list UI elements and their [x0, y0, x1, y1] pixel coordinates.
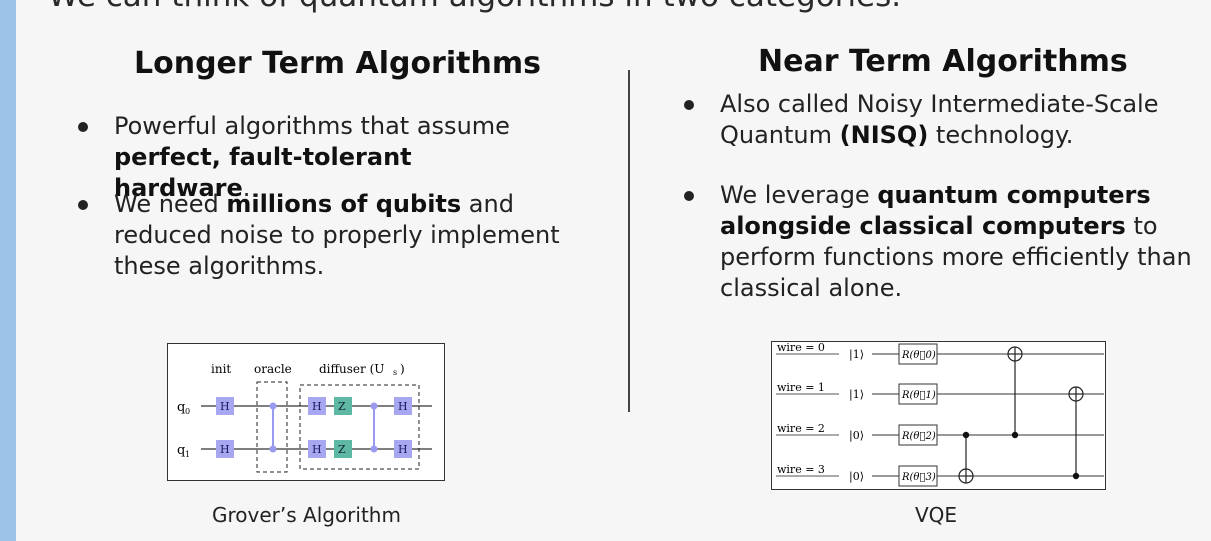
h-gate-label: H: [398, 443, 408, 456]
vqe-rotation-gate-label: R(θ⃗0): [901, 350, 936, 361]
vqe-rotation-gate-label: R(θ⃗3): [901, 472, 936, 483]
left-column-title: Longer Term Algorithms: [134, 46, 541, 81]
z-gate-label: Z: [338, 443, 346, 456]
vqe-rotation-gate-label: R(θ⃗1): [901, 390, 936, 401]
h-gate-label: H: [312, 443, 322, 456]
left-accent-strip: [0, 0, 16, 541]
z-gate-label: Z: [338, 400, 346, 413]
vqe-initial-state: |1⟩: [849, 348, 864, 362]
diffuser-dot: [370, 402, 378, 410]
grover-label-diffuser: diffuser (U: [319, 362, 384, 376]
grover-label-init: init: [211, 362, 231, 376]
grover-circuit-diagram: init oracle diffuser (U s ) q 0 q 1 H H …: [167, 343, 445, 481]
h-gate-label: H: [312, 400, 322, 413]
vqe-wire-label: wire = 1: [777, 381, 825, 394]
cnot-control-dot: [962, 431, 970, 439]
vqe-initial-state: |1⟩: [849, 388, 864, 402]
column-divider: [628, 70, 630, 412]
grover-label-oracle: oracle: [254, 362, 292, 376]
left-bullet-2: We need millions of qubits and reduced n…: [78, 189, 574, 282]
qubit-0-sub: 0: [185, 407, 190, 416]
right-bullet-2: We leverage quantum computers alongside …: [684, 180, 1195, 304]
grover-label-diffuser-close: ): [400, 362, 405, 376]
vqe-wire-label: wire = 3: [777, 463, 825, 476]
vqe-rotation-gate-label: R(θ⃗2): [901, 431, 936, 442]
h-gate-label: H: [220, 443, 230, 456]
bullet-dot: [78, 200, 88, 210]
vqe-wire-label: wire = 2: [777, 422, 825, 435]
vqe-wire-label: wire = 0: [777, 341, 825, 354]
right-bullet-1: Also called Noisy Intermediate-Scale Qua…: [684, 89, 1170, 151]
oracle-dot: [269, 402, 277, 410]
bullet-dot: [684, 191, 694, 201]
h-gate-label: H: [398, 400, 408, 413]
vqe-initial-state: |0⟩: [849, 470, 864, 484]
vqe-caption: VQE: [915, 503, 958, 527]
slide-top-caption: We can think of quantum algorithms in tw…: [48, 0, 901, 14]
grover-label-diffuser-sub: s: [393, 368, 397, 377]
h-gate-label: H: [220, 400, 230, 413]
vqe-initial-state: |0⟩: [849, 429, 864, 443]
bullet-dot: [78, 122, 88, 132]
oracle-dot: [269, 445, 277, 453]
diffuser-dot: [370, 445, 378, 453]
qubit-1-sub: 1: [185, 450, 190, 459]
cnot-control-dot: [1072, 472, 1080, 480]
cnot-control-dot: [1011, 431, 1019, 439]
bullet-dot: [684, 100, 694, 110]
grover-caption: Grover’s Algorithm: [212, 503, 401, 527]
vqe-circuit-diagram: wire = 0 |1⟩ R(θ⃗0) wire = 1 |1⟩ R(θ⃗1) wire =…: [771, 341, 1106, 490]
right-column-title: Near Term Algorithms: [758, 44, 1128, 79]
